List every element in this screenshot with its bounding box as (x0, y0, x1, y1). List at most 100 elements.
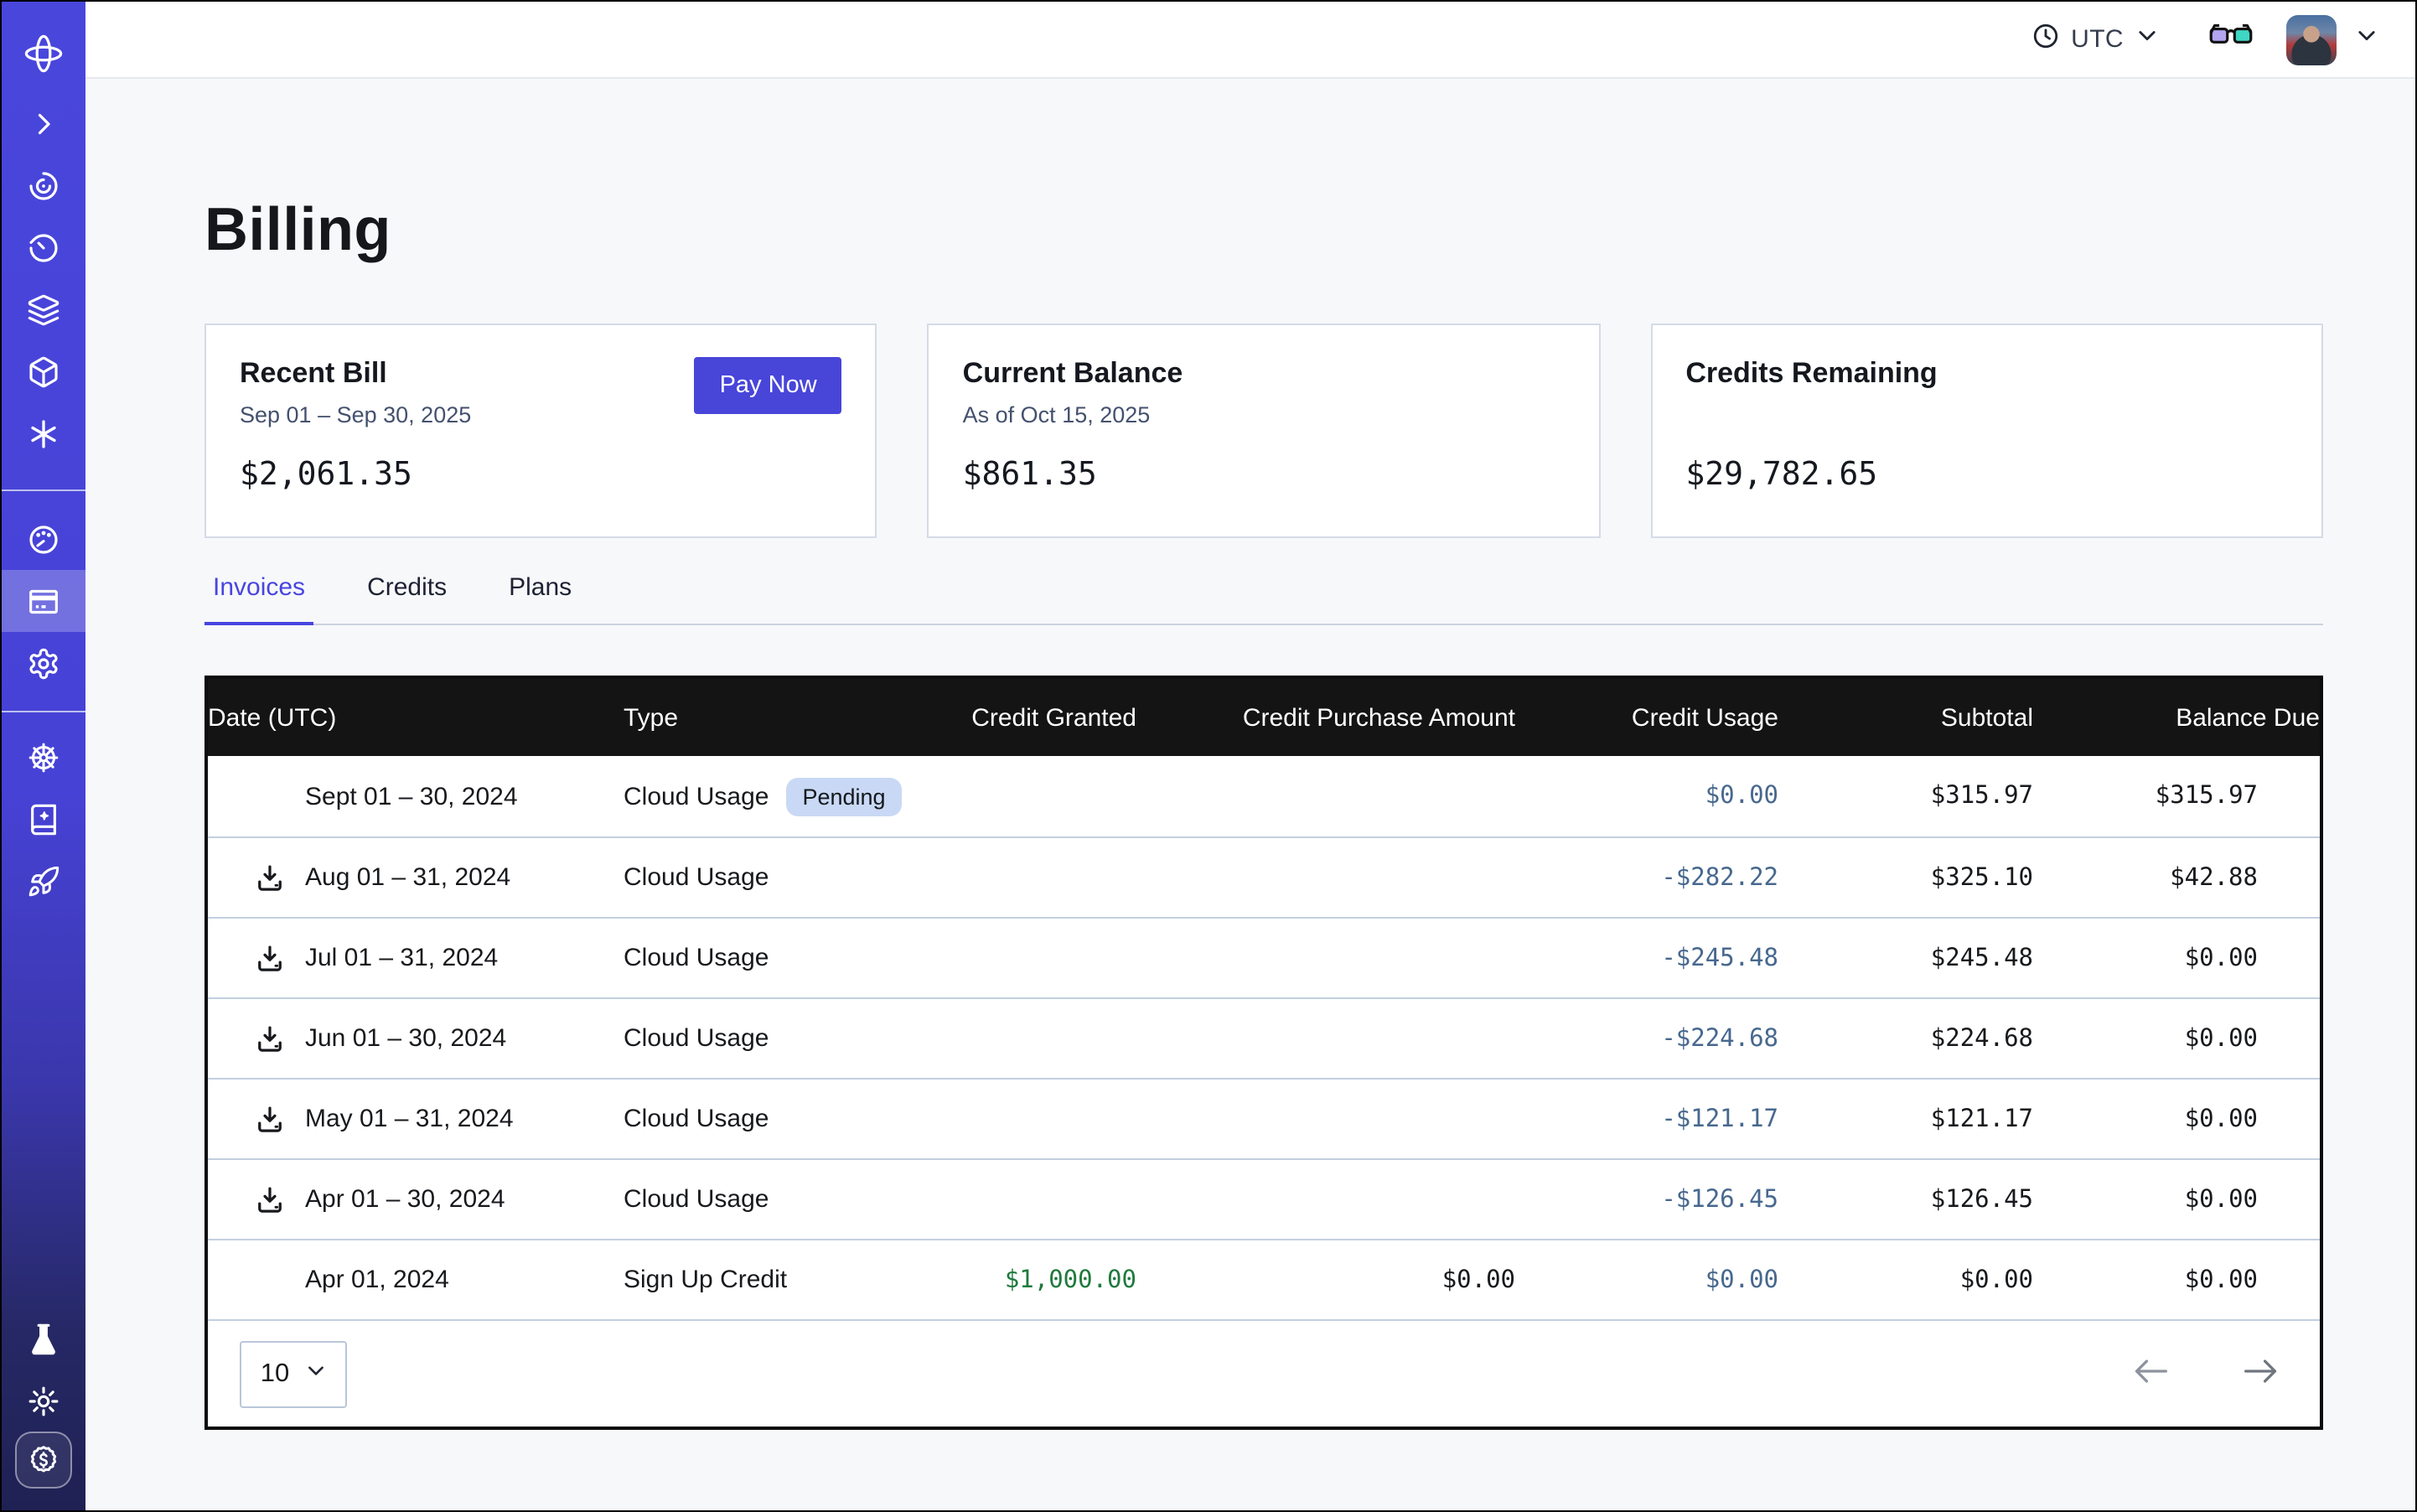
sidebar-item-getting-started[interactable] (2, 850, 85, 912)
credit-granted-value: $1,000.00 (925, 1266, 1136, 1293)
sidebar-item-history[interactable] (2, 216, 85, 278)
credits-remaining-card: Credits Remaining $29,782.65 (1650, 324, 2323, 538)
subtotal-value: $121.17 (1778, 1106, 2033, 1132)
sidebar (2, 2, 85, 1510)
history-icon (27, 230, 60, 264)
orbit-logo-icon[interactable] (2, 15, 85, 92)
invoice-date: Jun 01 – 30, 2024 (305, 1024, 506, 1053)
topbar: UTC (85, 2, 2415, 79)
card-title: Current Balance (963, 357, 1566, 391)
flask-icon (27, 1322, 60, 1355)
balance-due-value: $42.88 (2033, 864, 2320, 891)
sidebar-item-usage[interactable] (2, 508, 85, 570)
subtotal-value: $224.68 (1778, 1025, 2033, 1052)
cube-icon (27, 355, 60, 388)
sidebar-item-spiral[interactable] (2, 154, 85, 216)
sidebar-item-settings[interactable] (2, 632, 85, 694)
table-header: Date (UTC) Type Credit Granted Credit Pu… (208, 679, 2320, 756)
table-row: Aug 01 – 31, 2024 Cloud Usage -$282.22 $… (208, 836, 2320, 917)
current-balance-card: Current Balance As of Oct 15, 2025 $861.… (928, 324, 1601, 538)
gauge-icon (27, 522, 60, 556)
table-row: Apr 01, 2024 Sign Up Credit $1,000.00 $0… (208, 1239, 2320, 1319)
timezone-selector[interactable]: UTC (2031, 21, 2159, 58)
chevron-down-icon[interactable] (2355, 23, 2378, 55)
docs-book-icon (27, 802, 60, 836)
spiral-icon (27, 168, 60, 202)
invoice-date: Jul 01 – 31, 2024 (305, 944, 498, 972)
download-invoice-icon[interactable] (255, 1184, 285, 1214)
asterisk-icon (27, 417, 60, 450)
balance-due-value: $0.00 (2033, 945, 2320, 971)
chevron-down-icon (304, 1359, 326, 1389)
tab-invoices[interactable]: Invoices (204, 573, 313, 625)
download-invoice-icon[interactable] (255, 1023, 285, 1054)
tab-plans[interactable]: Plans (500, 573, 580, 625)
dollar-badge-icon (27, 1443, 60, 1477)
billing-page: Billing Recent Bill Sep 01 – Sep 30, 202… (85, 79, 2415, 1510)
col-header-type: Type (624, 703, 925, 732)
download-invoice-icon[interactable] (255, 862, 285, 893)
sidebar-item-layers[interactable] (2, 278, 85, 340)
clock-icon (2031, 21, 2059, 58)
timezone-label: UTC (2071, 25, 2124, 54)
col-header-date: Date (UTC) (208, 703, 624, 732)
sun-icon (27, 1384, 60, 1417)
col-header-credit-purchase: Credit Purchase Amount (1136, 703, 1515, 732)
credit-usage-value: -$245.48 (1515, 945, 1778, 971)
prev-page-button[interactable] (2125, 1351, 2176, 1396)
balance-due-value: $0.00 (2033, 1266, 2320, 1293)
glasses-icon[interactable] (2209, 22, 2253, 57)
subtotal-value: $126.45 (1778, 1186, 2033, 1213)
col-header-credit-granted: Credit Granted (925, 703, 1136, 732)
invoice-type: Cloud Usage (624, 863, 769, 892)
tab-credits[interactable]: Credits (359, 573, 455, 625)
sidebar-item-asterisk[interactable] (2, 402, 85, 464)
sidebar-divider (2, 711, 85, 712)
status-badge: Pending (785, 777, 902, 816)
credits-dollar-button[interactable] (15, 1432, 72, 1489)
sidebar-item-labs[interactable] (2, 1307, 85, 1370)
sidebar-item-support[interactable] (2, 726, 85, 788)
billing-app: UTC Billing (0, 0, 2417, 1512)
col-header-credit-usage: Credit Usage (1515, 703, 1778, 732)
download-invoice-icon[interactable] (255, 943, 285, 973)
credit-usage-value: -$121.17 (1515, 1106, 1778, 1132)
balance-due-value: $0.00 (2033, 1186, 2320, 1213)
balance-due-value: $0.00 (2033, 1106, 2320, 1132)
credit-usage-value: -$224.68 (1515, 1025, 1778, 1052)
download-invoice-icon[interactable] (255, 1104, 285, 1134)
balance-due-value: $315.97 (2033, 783, 2320, 810)
credit-usage-value: -$282.22 (1515, 864, 1778, 891)
billing-tabs: Invoices Credits Plans (204, 573, 2323, 625)
chevron-down-icon (2135, 23, 2159, 55)
invoice-type: Cloud Usage (624, 782, 769, 810)
table-row: Sept 01 – 30, 2024 Cloud Usage Pending $… (208, 756, 2320, 836)
invoice-date: Aug 01 – 31, 2024 (305, 863, 510, 892)
invoice-date: May 01 – 31, 2024 (305, 1105, 514, 1133)
rocket-icon (27, 864, 60, 898)
pay-now-button[interactable]: Pay Now (695, 357, 842, 414)
sidebar-item-cube[interactable] (2, 340, 85, 402)
arrow-right-icon (2243, 1358, 2280, 1390)
subtotal-value: $325.10 (1778, 864, 2033, 891)
billing-card-icon (27, 584, 60, 618)
sidebar-item-billing[interactable] (2, 570, 85, 632)
avatar[interactable] (2286, 14, 2337, 65)
card-subtitle: As of Oct 15, 2025 (963, 402, 1566, 429)
page-size-select[interactable]: 10 (240, 1340, 347, 1407)
sidebar-item-expand[interactable] (2, 92, 85, 154)
table-row: Jun 01 – 30, 2024 Cloud Usage -$224.68 $… (208, 997, 2320, 1078)
sidebar-item-docs[interactable] (2, 788, 85, 850)
invoice-type: Cloud Usage (624, 944, 769, 972)
table-body: Sept 01 – 30, 2024 Cloud Usage Pending $… (208, 756, 2320, 1319)
sidebar-item-theme[interactable] (2, 1370, 85, 1432)
card-subtitle (1685, 402, 2288, 429)
subtotal-value: $0.00 (1778, 1266, 2033, 1293)
invoice-date: Sept 01 – 30, 2024 (305, 782, 518, 810)
page-size-value: 10 (261, 1359, 290, 1389)
subtotal-value: $245.48 (1778, 945, 2033, 971)
col-header-subtotal: Subtotal (1778, 703, 2033, 732)
credit-usage-value: -$126.45 (1515, 1186, 1778, 1213)
invoice-date: Apr 01, 2024 (305, 1266, 449, 1294)
next-page-button[interactable] (2236, 1351, 2286, 1396)
